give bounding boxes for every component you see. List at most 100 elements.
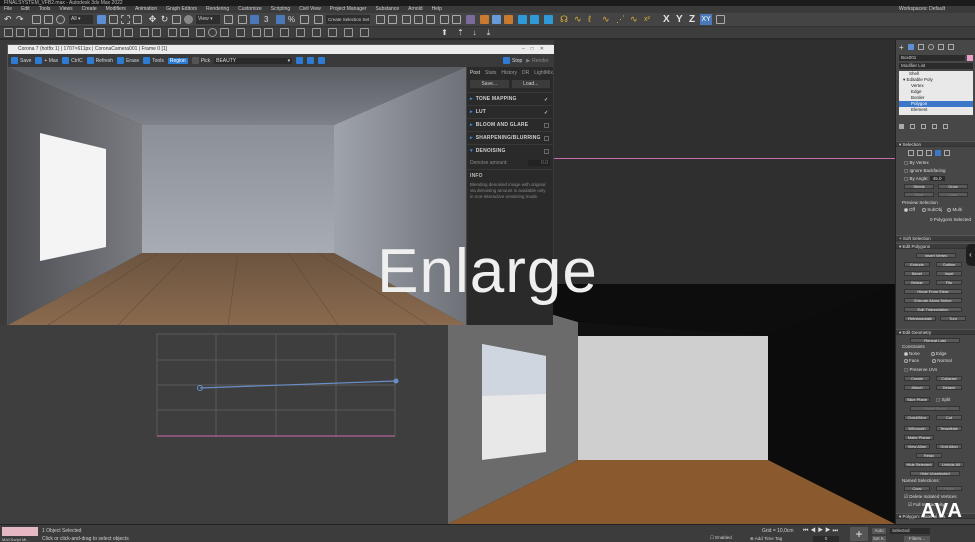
relax-button[interactable]: Relax xyxy=(916,453,942,458)
vfb-pick-button[interactable]: Pick xyxy=(191,57,210,64)
vfb-pass-dropdown[interactable]: BEAUTY ▾ xyxy=(214,57,293,64)
spacing-tool-icon[interactable] xyxy=(28,28,37,37)
loop-button[interactable]: Loop xyxy=(938,192,968,197)
selection-rollout-header[interactable]: ▾ Selection xyxy=(896,141,975,147)
corona-vfb-icon[interactable] xyxy=(544,15,553,24)
isolate-selection-icon[interactable] xyxy=(84,28,93,37)
collapse-stack-icon[interactable] xyxy=(168,28,177,37)
unfreeze-all-icon[interactable] xyxy=(124,28,133,37)
rectangular-selection-icon[interactable] xyxy=(121,15,130,24)
align-up-two-icon[interactable]: ⇡ xyxy=(456,28,465,37)
tab-lightmix[interactable]: LightMix xyxy=(534,70,553,76)
ungroup-icon[interactable] xyxy=(68,28,77,37)
shrink-button[interactable]: Shrink xyxy=(904,184,934,189)
sun-icon[interactable] xyxy=(360,28,369,37)
align-icon[interactable] xyxy=(388,15,397,24)
checkmark-icon[interactable]: ✓ xyxy=(544,97,549,103)
maxscript-listener-box[interactable] xyxy=(2,527,38,536)
polygon-mode-icon[interactable] xyxy=(935,150,941,156)
detach-button[interactable]: Detach xyxy=(936,385,962,390)
axis-cycle-icon[interactable] xyxy=(716,15,725,24)
unlink-icon[interactable] xyxy=(44,15,53,24)
convert-poly-icon[interactable] xyxy=(180,28,189,37)
snaps-toggle-icon[interactable]: 3 xyxy=(264,15,273,24)
bind-space-warp-icon[interactable] xyxy=(56,15,65,24)
menu-graph-editors[interactable]: Graph Editors xyxy=(166,6,197,13)
curve-tool-icon-2[interactable]: ∿ xyxy=(574,15,583,24)
undo-icon[interactable]: ↶ xyxy=(4,15,13,24)
curve-tool-icon-7[interactable]: x² xyxy=(644,15,653,24)
zoom-out-icon[interactable] xyxy=(307,57,315,64)
object-color-swatch[interactable] xyxy=(967,55,973,61)
menu-animation[interactable]: Animation xyxy=(135,6,157,13)
collapse-button[interactable]: Collapse xyxy=(936,376,962,381)
tab-post[interactable]: Post xyxy=(470,70,480,76)
reset-plane-button[interactable]: Reset Plane xyxy=(910,406,960,411)
playback-controls[interactable]: ⏮◀▶▶⏭ xyxy=(803,528,840,535)
redo-icon[interactable]: ↷ xyxy=(16,15,25,24)
slicer-icon[interactable] xyxy=(328,28,337,37)
select-object-icon[interactable] xyxy=(97,15,106,24)
remove-modifier-icon[interactable] xyxy=(932,124,937,129)
tab-stats[interactable]: Stats xyxy=(485,70,496,76)
array-icon[interactable] xyxy=(16,28,25,37)
checkbox-icon[interactable] xyxy=(544,135,549,141)
vfb-max-button[interactable]: + Max xyxy=(35,57,58,64)
preview-multi-radio[interactable] xyxy=(947,207,952,212)
tab-dr[interactable]: DR xyxy=(522,70,529,76)
denoise-amount-input[interactable]: 0.0 xyxy=(528,160,550,166)
zoom-fit-icon[interactable] xyxy=(318,57,326,64)
decal-icon[interactable] xyxy=(312,28,321,37)
scatter-icon[interactable] xyxy=(280,28,289,37)
curve-tool-icon-3[interactable]: ℓ xyxy=(588,15,597,24)
view-align-button[interactable]: View Align xyxy=(904,444,930,449)
curve-editor-icon[interactable] xyxy=(440,15,449,24)
vfb-window-controls[interactable]: –□✕ xyxy=(522,45,550,54)
edit-triangulation-button[interactable]: Edit Triangulation xyxy=(904,307,962,312)
placement-icon[interactable] xyxy=(184,15,193,24)
preserve-uvs-checkbox[interactable]: ▢ Preserve UVs xyxy=(904,367,937,373)
proxy-icon[interactable] xyxy=(296,28,305,37)
display-tab-icon[interactable] xyxy=(937,44,944,50)
axis-x-constraint[interactable]: X xyxy=(663,13,670,26)
by-vertex-checkbox[interactable]: ▢ By Vertex xyxy=(904,160,929,166)
checkmark-icon[interactable]: ✓ xyxy=(544,110,549,116)
section-lut[interactable]: ▸ LUT ✓ xyxy=(467,105,553,118)
hide-unselected-button[interactable]: Hide Unselected xyxy=(910,471,960,476)
link-icon[interactable] xyxy=(32,15,41,24)
pivot-center-icon[interactable] xyxy=(224,15,233,24)
tab-history[interactable]: History xyxy=(501,70,517,76)
render-setup-icon[interactable] xyxy=(480,15,489,24)
hide-selected-button[interactable]: Hide Selected xyxy=(904,462,934,467)
grow-button[interactable]: Grow xyxy=(938,184,968,189)
scene-explorer-icon[interactable] xyxy=(402,15,411,24)
distance-icon[interactable] xyxy=(344,28,353,37)
hide-selection-icon[interactable] xyxy=(96,28,105,37)
section-sharpening[interactable]: ▸ SHARPENING/BLURRING xyxy=(467,131,553,144)
layer-explorer-icon[interactable] xyxy=(414,15,423,24)
selection-filter-dropdown[interactable]: All ▾ xyxy=(69,15,93,24)
align-up-icon[interactable]: ⬆ xyxy=(440,28,449,37)
key-filters-button[interactable]: Filters... xyxy=(904,536,930,542)
stack-element[interactable]: Element xyxy=(899,107,973,113)
spinner-snap-icon[interactable] xyxy=(300,15,309,24)
set-key-plus-icon[interactable]: + xyxy=(850,527,868,541)
copy-button[interactable]: Copy xyxy=(904,486,930,491)
configure-sets-icon[interactable] xyxy=(943,124,948,129)
arrow-down-icon[interactable]: ↓ xyxy=(470,28,479,37)
create-tab-icon[interactable]: + xyxy=(899,43,904,52)
show-end-result-icon[interactable] xyxy=(910,124,915,129)
section-tone-mapping[interactable]: ▸ TONE MAPPING ✓ xyxy=(467,92,553,105)
modify-tab-icon[interactable] xyxy=(907,44,914,50)
select-manipulate-icon[interactable] xyxy=(238,15,247,24)
toggle-ribbon-icon[interactable] xyxy=(426,15,435,24)
split-checkbox[interactable]: ▢ Split xyxy=(936,397,950,403)
make-planar-button[interactable]: Make Planar xyxy=(904,435,934,440)
group-icon[interactable] xyxy=(56,28,65,37)
by-angle-input[interactable]: 45.0 xyxy=(929,176,945,181)
element-mode-icon[interactable] xyxy=(944,150,950,156)
msmooth-button[interactable]: MSmooth xyxy=(904,426,930,431)
edge-mode-icon[interactable] xyxy=(917,150,923,156)
checkbox-icon[interactable] xyxy=(544,122,549,128)
preview-subobj-radio[interactable] xyxy=(922,207,927,212)
